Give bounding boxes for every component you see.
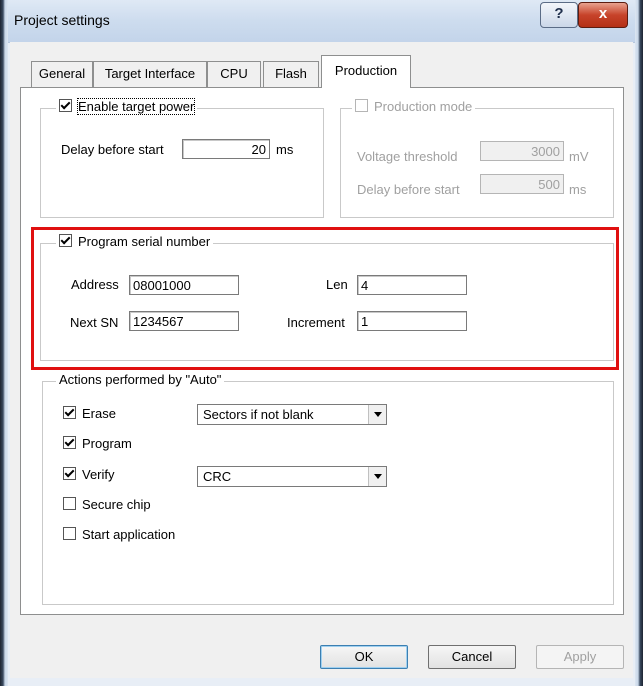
checkbox-unchecked[interactable] [63,527,76,540]
verify-mode-value: CRC [203,469,232,484]
enable-target-power-checkbox[interactable]: Enable target power [56,98,198,115]
auto-actions-title: Actions performed by "Auto" [56,372,225,387]
target-power-delay-input[interactable]: 20 [182,139,270,159]
tab-general[interactable]: General [31,61,93,88]
production-delay-label: Delay before start [357,182,460,197]
ok-button[interactable]: OK [320,645,408,669]
verify-mode-select[interactable]: CRC [197,466,387,487]
secure-chip-label: Secure chip [82,497,151,512]
cancel-button[interactable]: Cancel [428,645,516,669]
voltage-threshold-label: Voltage threshold [357,149,458,164]
enable-target-power-label: Enable target power [76,98,196,115]
target-power-group [40,108,324,218]
window-border-left [0,0,8,686]
production-delay-unit: ms [569,182,587,197]
tab-cpu[interactable]: CPU [207,61,261,88]
checkbox-checked[interactable] [63,406,76,419]
start-application-checkbox[interactable]: Start application [63,527,175,542]
checkbox-checked[interactable] [63,467,76,480]
program-label: Program [82,436,132,451]
erase-label: Erase [82,406,116,421]
production-delay-input[interactable]: 500 [480,174,564,194]
voltage-threshold-unit: mV [569,149,589,164]
help-icon: ? [554,5,564,22]
program-checkbox[interactable]: Program [63,436,132,451]
help-button[interactable]: ? [540,2,578,28]
target-power-delay-label: Delay before start [61,142,164,157]
checkbox-unchecked[interactable] [355,99,368,112]
checkbox-checked[interactable] [59,99,72,112]
checkbox-checked[interactable] [63,436,76,449]
tab-flash[interactable]: Flash [263,61,319,88]
apply-button[interactable]: Apply [536,645,624,669]
verify-label: Verify [82,467,115,482]
window-border-right [635,0,643,686]
window-title: Project settings [14,12,110,28]
dropdown-arrow-icon[interactable] [368,467,386,486]
close-icon: x [598,5,608,22]
close-button[interactable]: x [578,2,628,28]
secure-chip-checkbox[interactable]: Secure chip [63,497,151,512]
red-highlight-box [31,227,619,370]
erase-checkbox[interactable]: Erase [63,406,116,421]
voltage-threshold-input[interactable]: 3000 [480,141,564,161]
verify-checkbox[interactable]: Verify [63,467,115,482]
production-mode-checkbox[interactable]: Production mode [352,99,476,114]
start-application-label: Start application [82,527,176,542]
target-power-delay-unit: ms [276,142,294,157]
production-mode-label: Production mode [374,99,473,114]
erase-mode-select[interactable]: Sectors if not blank [197,404,387,425]
erase-mode-value: Sectors if not blank [203,407,314,422]
tab-target-interface[interactable]: Target Interface [93,61,207,88]
checkbox-unchecked[interactable] [63,497,76,510]
dropdown-arrow-icon[interactable] [368,405,386,424]
tab-production[interactable]: Production [321,55,411,88]
